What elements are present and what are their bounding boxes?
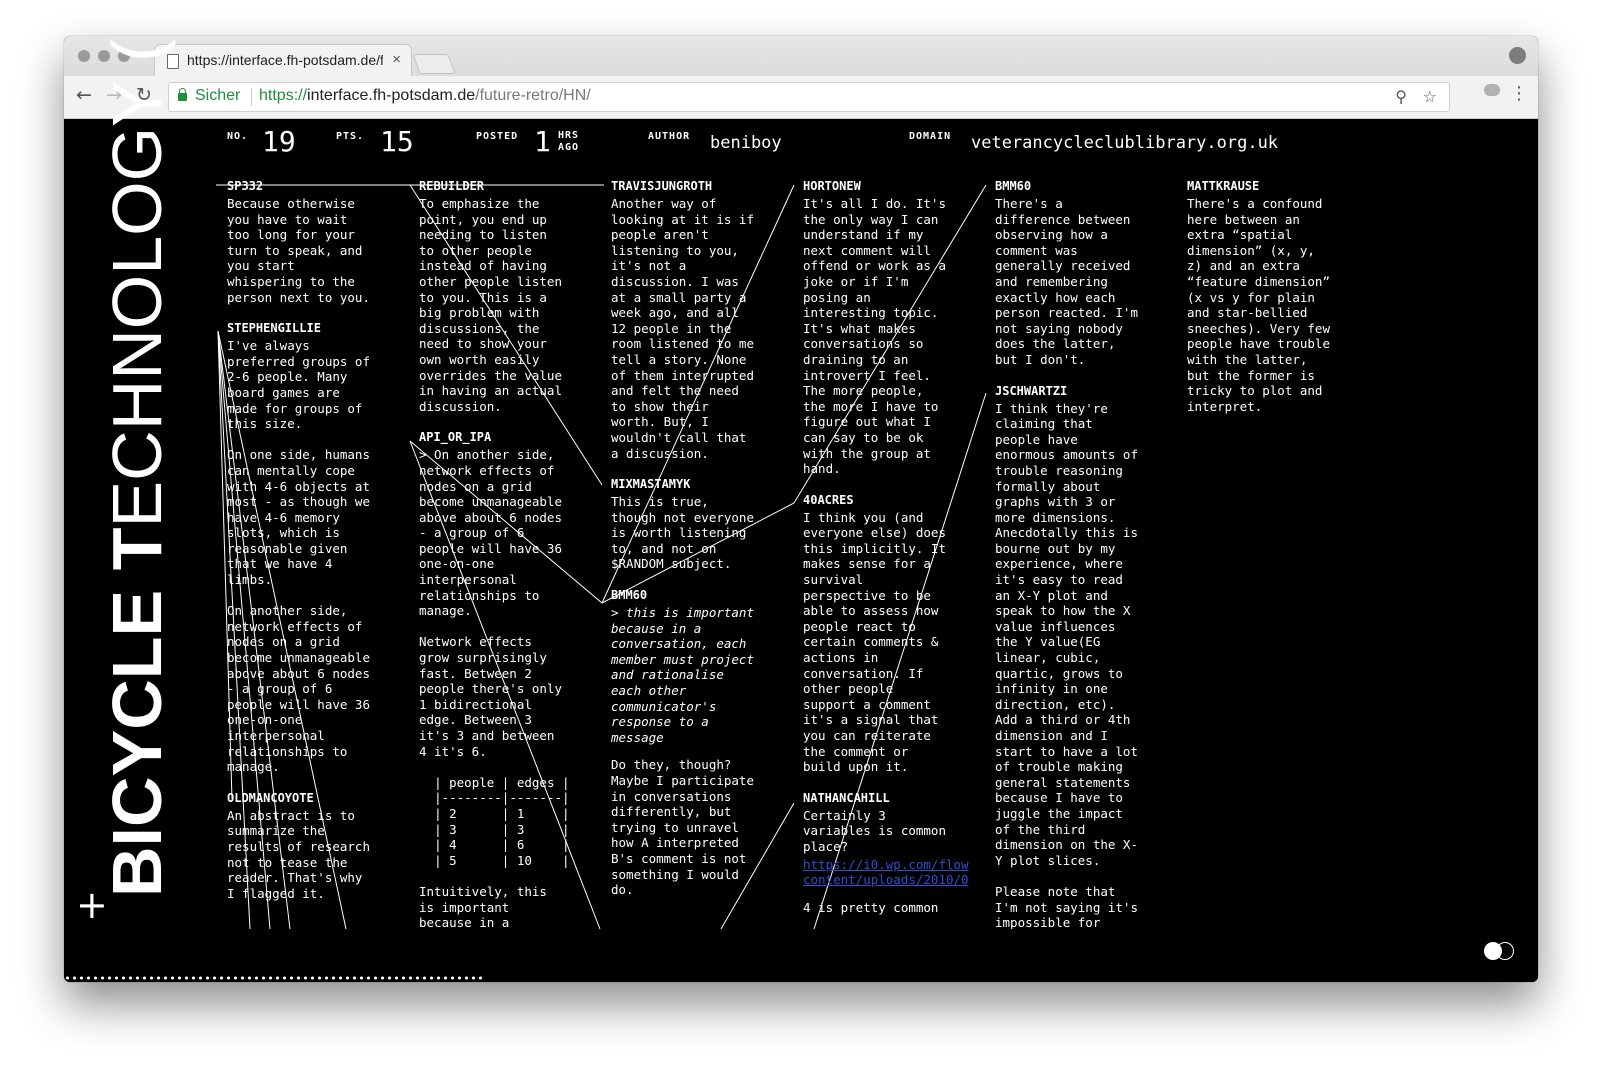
domain-label: DOMAIN: [909, 131, 952, 142]
comment-text: An abstract is to summarize the results …: [227, 807, 370, 901]
comment-author[interactable]: SP332: [227, 179, 415, 194]
tab-bar: https://interface.fh-potsdam.de/future-r…: [64, 36, 1538, 77]
comment-author[interactable]: API_OR_IPA: [419, 430, 607, 445]
comment-text: I think you (and everyone else) does thi…: [803, 509, 946, 775]
author-value[interactable]: beniboy: [710, 133, 782, 153]
comment-column-6: MATTKRAUSE There's a confound here betwe…: [1187, 179, 1375, 929]
comment-author[interactable]: MATTKRAUSE: [1187, 179, 1375, 194]
comment-column-3: TRAVISJUNGROTH Another way of looking at…: [611, 179, 799, 929]
tab-close-icon[interactable]: ×: [392, 51, 401, 68]
comment-text: There's a difference between observing h…: [995, 196, 1138, 367]
comment-column-5: BMM60 There's a difference between obser…: [995, 179, 1183, 929]
comment-column-4: HORTONEW It's all I do. It's the only wa…: [803, 179, 991, 929]
secure-lock-icon: [178, 88, 187, 101]
posted-label: POSTED: [476, 131, 519, 142]
new-tab-button[interactable]: [412, 54, 456, 74]
author-label: AUTHOR: [648, 131, 691, 142]
no-label: NO.: [227, 131, 249, 142]
url-path: /future-retro/HN/: [475, 87, 591, 104]
comment-link[interactable]: https://i0.wp.com/flow content/uploads/2…: [803, 857, 969, 888]
comment-author[interactable]: JSCHWARTZI: [995, 384, 1183, 399]
comment-author[interactable]: BMM60: [995, 179, 1183, 194]
comment-text: To emphasize the point, you end up needi…: [419, 196, 562, 414]
comment-author[interactable]: TRAVISJUNGROTH: [611, 179, 799, 194]
comment-link-wrap: https://i0.wp.com/flow content/uploads/2…: [803, 857, 991, 888]
comment-text: Do they, though? Maybe I participate in …: [611, 757, 754, 898]
comment-author[interactable]: HORTONEW: [803, 179, 991, 194]
comment-author[interactable]: REBUILDER: [419, 179, 607, 194]
comment: JSCHWARTZI I think they're claiming that…: [995, 384, 1183, 929]
browser-tab[interactable]: https://interface.fh-potsdam.de/future-r…: [154, 44, 412, 77]
scroll-progress-dots[interactable]: [64, 976, 484, 980]
story-title-bold: BICYCLE T: [98, 527, 176, 897]
browser-window: https://interface.fh-potsdam.de/future-r…: [64, 36, 1538, 982]
bookmark-star-icon[interactable]: ☆: [1423, 87, 1437, 106]
comment-author[interactable]: NATHANCAHILL: [803, 791, 991, 806]
comment-author[interactable]: MIXMASTAMYK: [611, 477, 799, 492]
secure-label: Sicher: [195, 87, 241, 104]
comment: REBUILDER To emphasize the point, you en…: [419, 179, 607, 414]
comment: MATTKRAUSE There's a confound here betwe…: [1187, 179, 1375, 414]
comment: MIXMASTAMYK This is true, though not eve…: [611, 477, 799, 572]
comment: BMM60 > this is important because in a c…: [611, 588, 799, 898]
comment: NATHANCAHILL Certainly 3 variables is co…: [803, 791, 991, 916]
comment-column-1: SP332 Because otherwise you have to wait…: [227, 179, 415, 929]
post-number: 19: [262, 125, 296, 158]
points-value: 15: [380, 125, 414, 158]
comment-text: I've always preferred groups of 2-6 peop…: [227, 338, 370, 775]
url-host: interface.fh-potsdam.de: [307, 87, 476, 104]
comment-author[interactable]: BMM60: [611, 588, 799, 603]
plus-icon[interactable]: +: [76, 885, 108, 925]
comment-text: Because otherwise you have to wait too l…: [227, 196, 370, 305]
domain-value[interactable]: veterancycleclublibrary.org.uk: [971, 133, 1278, 153]
url-scheme: https://: [259, 87, 308, 104]
posted-value: 1: [534, 125, 551, 158]
theme-toggle-icon[interactable]: [1484, 942, 1514, 960]
comment-text: I think they're claiming that people hav…: [995, 400, 1138, 929]
comment: TRAVISJUNGROTH Another way of looking at…: [611, 179, 799, 461]
points-label: PTS.: [336, 131, 365, 142]
url-bar[interactable]: Sicher https://interface.fh-potsdam.de/f…: [168, 82, 1450, 112]
profile-icon[interactable]: [1509, 47, 1526, 64]
comment-author[interactable]: STEPHENGILLIE: [227, 321, 415, 336]
url-text[interactable]: https://interface.fh-potsdam.de/future-r…: [259, 87, 591, 105]
browser-menu-icon[interactable]: ⋮: [1510, 84, 1528, 104]
comment-text: Certainly 3 variables is common place?: [803, 807, 946, 854]
story-title[interactable]: BICYCLE TECHNOLOGY (1973) [PDF]: [98, 36, 176, 897]
story-title-light: ECHNOLOGY (1973) [PDF]: [98, 36, 176, 528]
comment: BMM60 There's a difference between obser…: [995, 179, 1183, 368]
comment-text: > On another side, network effects of no…: [419, 447, 570, 929]
comment: API_OR_IPA > On another side, network ef…: [419, 430, 607, 929]
comment: STEPHENGILLIE I've always preferred grou…: [227, 321, 415, 775]
comment-text: There's a confound here between an extra…: [1187, 196, 1330, 414]
address-toolbar: ← → ↻ Sicher https://interface.fh-potsda…: [64, 76, 1538, 119]
comment: OLDMANCOYOTE An abstract is to summarize…: [227, 791, 415, 902]
comment: 40ACRES I think you (and everyone else) …: [803, 493, 991, 775]
comment: SP332 Because otherwise you have to wait…: [227, 179, 415, 305]
comment-text: This is true, though not everyone is wor…: [611, 494, 754, 572]
back-arrow-icon[interactable]: ←: [76, 85, 92, 105]
tab-title: https://interface.fh-potsdam.de/future-r…: [187, 52, 383, 68]
close-window-dot-icon[interactable]: [78, 50, 90, 62]
comment-text: 4 is pretty common: [803, 899, 939, 915]
comment: HORTONEW It's all I do. It's the only wa…: [803, 179, 991, 477]
comment-text: It's all I do. It's the only way I can u…: [803, 196, 946, 477]
comment-column-2: REBUILDER To emphasize the point, you en…: [419, 179, 607, 929]
page-content: NO. 19 PTS. 15 POSTED 1 HRS AGO AUTHOR b…: [64, 36, 1538, 982]
url-separator: [251, 88, 252, 106]
comment-author[interactable]: 40ACRES: [803, 493, 991, 508]
comment-author[interactable]: OLDMANCOYOTE: [227, 791, 415, 806]
comment-text: Another way of looking at it is if peopl…: [611, 196, 754, 461]
zoom-magnifier-icon[interactable]: ⚲: [1395, 87, 1407, 106]
posted-unit-hrs: HRS: [558, 130, 580, 141]
posted-unit-ago: AGO: [558, 142, 580, 153]
extension-cloud-icon[interactable]: [1484, 84, 1500, 96]
comment-quote: > this is important because in a convers…: [611, 605, 754, 745]
